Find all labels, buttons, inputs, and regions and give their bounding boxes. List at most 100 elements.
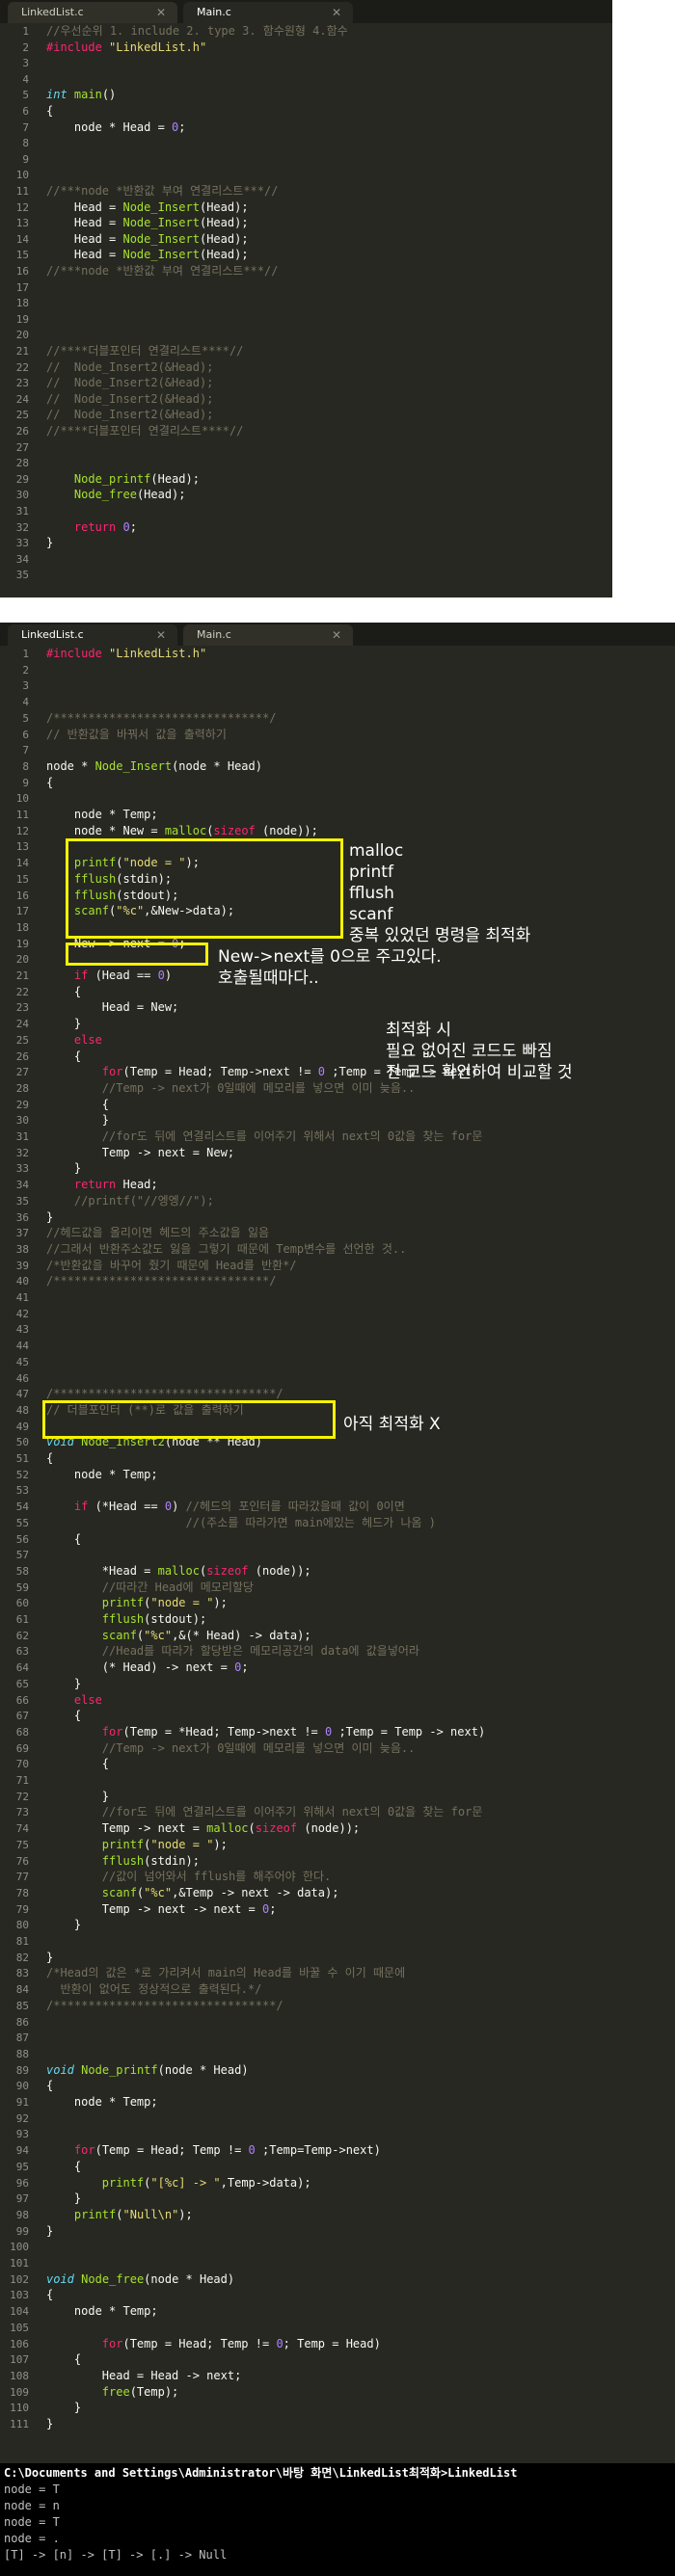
line-number: 32	[15, 1146, 29, 1159]
line-number: 61	[15, 1613, 29, 1626]
line-number: 51	[15, 1452, 29, 1465]
code-line: return Head;	[73, 1178, 158, 1192]
code-line: Head = Node_Insert(Head);	[46, 199, 249, 214]
line-number: 74	[15, 1822, 29, 1836]
tab-linkedlist-c[interactable]: LinkedList.c ✕	[8, 624, 177, 646]
line-number: 22	[15, 985, 29, 998]
line-number: 107	[10, 2353, 29, 2367]
line-number: 100	[10, 2241, 29, 2254]
line-number: 18	[15, 297, 29, 310]
code-line: {	[46, 1709, 82, 1723]
line-number: 38	[15, 1242, 29, 1256]
line-number: 96	[15, 2176, 29, 2190]
line-number: 24	[15, 392, 29, 406]
line-number: 65	[15, 1677, 29, 1690]
close-icon[interactable]: ✕	[156, 2, 166, 23]
code-line: Temp -> next = malloc(sizeof (node));	[46, 1821, 361, 1836]
code-line: Temp -> next -> next = 0;	[46, 1901, 277, 1916]
close-icon[interactable]: ✕	[156, 624, 166, 646]
line-number: 20	[15, 329, 29, 342]
highlight-box-io	[66, 838, 343, 939]
line-number: 104	[10, 2305, 29, 2319]
code-line: // Node_Insert2(&Head);	[46, 376, 214, 390]
line-number: 39	[15, 1259, 29, 1272]
code-line: {	[46, 1451, 54, 1465]
line-number: 35	[15, 569, 29, 582]
line-number: 58	[15, 1564, 29, 1578]
line-number: 85	[15, 1999, 29, 2012]
line-number: 8	[22, 137, 29, 150]
code-line: /********************************/	[46, 1998, 284, 2012]
line-number: 36	[15, 1210, 29, 1224]
line-number: 67	[15, 1710, 29, 1723]
code-line: scanf("%c",&Temp -> next -> data);	[101, 1885, 339, 1899]
line-number: 3	[22, 679, 29, 693]
line-number: 32	[15, 520, 29, 534]
line-number: 106	[10, 2337, 29, 2350]
line-number: 31	[15, 1130, 29, 1143]
line-number: 92	[15, 2111, 29, 2125]
line-number: 94	[15, 2144, 29, 2158]
console-prompt: C:\Documents and Settings\Administrator\…	[4, 2466, 518, 2480]
annotation-new-next: New->next를 0으로 주고있다. 호출될때마다..	[218, 947, 442, 988]
line-number: 30	[15, 489, 29, 502]
line-number: 5	[22, 89, 29, 102]
line-number: 83	[15, 1967, 29, 1980]
tab-linkedlist-c[interactable]: LinkedList.c ✕	[8, 2, 177, 23]
line-number: 53	[15, 1484, 29, 1498]
line-number: 41	[15, 1291, 29, 1304]
line-number: 26	[15, 425, 29, 438]
tab-bar: LinkedList.c ✕ Main.c ✕	[0, 0, 612, 23]
line-number: 23	[15, 1001, 29, 1015]
line-number: 16	[15, 265, 29, 278]
code-area[interactable]: 1 //우선순위 1. include 2. type 3. 함수원형 4.함수 2…	[0, 23, 612, 598]
close-icon[interactable]: ✕	[332, 2, 341, 23]
line-number: 2	[22, 663, 29, 677]
line-number: 105	[10, 2321, 29, 2334]
code-line: Node_free(Head);	[73, 488, 186, 502]
code-line: //값이 넘어와서 fflush를 해주어야 한다.	[101, 1870, 332, 1884]
line-number: 59	[15, 1580, 29, 1594]
line-number: 7	[22, 120, 29, 134]
line-number: 33	[15, 537, 29, 550]
line-number: 19	[15, 937, 29, 950]
code-line: if (*Head == 0) //헤드의 포인터를 따라갔을때 값이 0이면	[73, 1500, 405, 1514]
tab-label: Main.c	[197, 6, 231, 18]
line-number: 47	[15, 1388, 29, 1401]
code-line: }	[46, 1918, 82, 1932]
code-line: void Node_free(node * Head)	[46, 2271, 235, 2286]
code-line: Head = New;	[46, 1000, 179, 1015]
line-number: 34	[15, 552, 29, 566]
code-line: Temp -> next = New;	[46, 1145, 235, 1159]
line-number: 101	[10, 2257, 29, 2270]
annotation-optimization-note: 최적화 시 필요 없어진 코드도 빠짐 전 코드 확인하여 비교할 것	[386, 1021, 573, 1082]
line-number: 79	[15, 1902, 29, 1916]
code-line: node * Temp;	[46, 2095, 158, 2109]
tab-main-c[interactable]: Main.c ✕	[183, 2, 353, 23]
code-line: node * New = malloc(sizeof (node));	[46, 823, 318, 837]
line-number: 29	[15, 1098, 29, 1111]
line-number: 27	[15, 440, 29, 454]
code-line: /*******************************/	[46, 1274, 277, 1288]
code-line: //우선순위 1. include 2. type 3. 함수원형 4.함수	[46, 24, 348, 38]
code-line: {	[46, 2079, 54, 2093]
code-line: }	[46, 2417, 54, 2430]
close-icon[interactable]: ✕	[332, 624, 341, 646]
line-number: 57	[15, 1549, 29, 1562]
code-line: node * Temp;	[46, 808, 158, 821]
line-number: 7	[22, 744, 29, 757]
line-number: 37	[15, 1227, 29, 1240]
line-number: 66	[15, 1693, 29, 1707]
line-number: 109	[10, 2385, 29, 2399]
line-number: 75	[15, 1838, 29, 1851]
line-number: 13	[15, 217, 29, 230]
code-line: fflush(stdin);	[101, 1853, 200, 1868]
line-number: 62	[15, 1629, 29, 1642]
code-line: node * Temp;	[46, 2304, 158, 2319]
line-number: 2	[22, 40, 29, 54]
tab-main-c[interactable]: Main.c ✕	[183, 624, 353, 646]
line-number: 64	[15, 1661, 29, 1675]
console-line: node = T	[4, 2515, 60, 2529]
line-number: 31	[15, 505, 29, 518]
line-number: 10	[15, 169, 29, 182]
